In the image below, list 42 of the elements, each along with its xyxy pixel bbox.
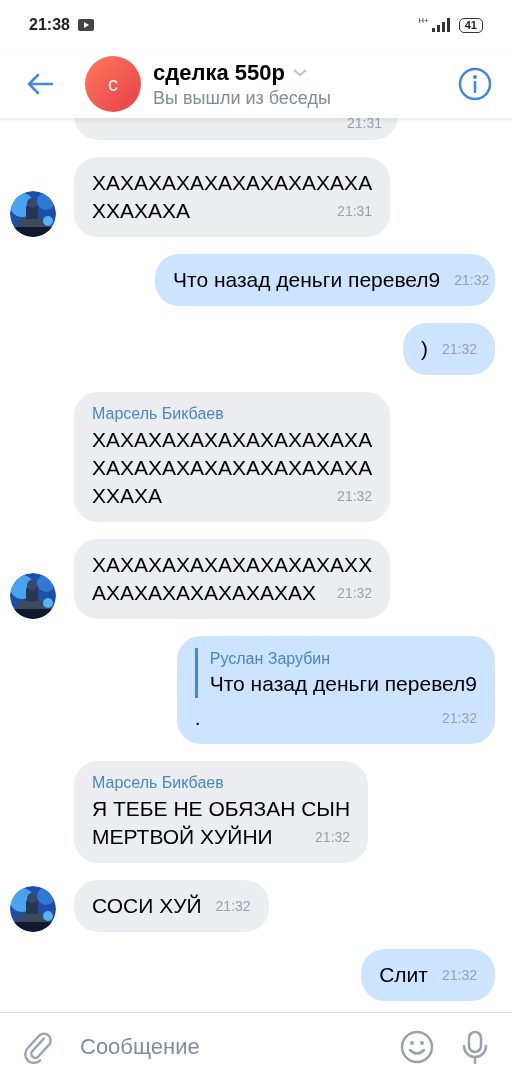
battery-indicator: 41 xyxy=(458,17,483,33)
message-text: ХАХАХАХАХАХАХАХАХАХА xyxy=(92,455,373,481)
message-text: АХАХАХАХАХАХАХАХ xyxy=(92,580,317,606)
back-arrow-icon xyxy=(26,73,54,95)
message-time: 21:32 xyxy=(441,710,477,726)
sender-name: Марсель Бикбаев xyxy=(92,404,225,424)
message-text: ХАХАХАХАХАХАХАХАХАХА xyxy=(92,427,373,453)
message-text: СОСИ ХУЙ xyxy=(92,893,202,919)
message-time: 21:32 xyxy=(337,488,373,504)
message-text: ХАХАХАХАХАХАХАХАХАХХ xyxy=(92,552,373,578)
reply-author: Руслан Зарубин xyxy=(209,649,332,669)
reply-text: Что назад деньги перевел9 xyxy=(209,671,477,697)
message-time: 21:32 xyxy=(441,967,477,983)
message-text: МЕРТВОЙ ХУЙНИ xyxy=(92,824,273,850)
message-text: Я ТЕБЕ НЕ ОБЯЗАН СЫН xyxy=(92,796,351,822)
message-input[interactable]: Сообщение xyxy=(80,1030,392,1063)
sender-name: Марсель Бикбаев xyxy=(92,773,225,793)
chat-title[interactable]: сделка 550р xyxy=(153,59,285,87)
message-text: ХХАХАХА xyxy=(92,198,191,224)
info-button[interactable] xyxy=(458,67,492,101)
message-time: 21:32 xyxy=(337,585,373,601)
message-time: 21:32 xyxy=(315,829,351,845)
message-text: ) xyxy=(420,336,428,362)
chevron-down-icon xyxy=(292,69,307,77)
message-time: 21:32 xyxy=(441,341,477,357)
info-icon xyxy=(458,67,492,101)
message-time: 21:31 xyxy=(337,203,373,219)
message-time: 21:32 xyxy=(215,898,251,914)
clock: 21:38 xyxy=(29,15,70,35)
message-text: Что назад деньги перевел9 xyxy=(173,267,441,293)
microphone-icon[interactable] xyxy=(462,1029,488,1064)
chat-status: Вы вышли из беседы xyxy=(153,87,331,109)
message-text: Слит xyxy=(379,962,428,988)
signal-icon xyxy=(430,18,451,32)
message-text: ХХАХА xyxy=(92,483,163,509)
message-time: 21:31 xyxy=(346,118,382,130)
smiley-icon[interactable] xyxy=(400,1029,434,1064)
message-text: ХАХАХАХАХАХАХАХАХАХА xyxy=(92,170,373,196)
network-type: H+ xyxy=(418,17,429,25)
video-icon xyxy=(77,19,94,31)
message-text: . xyxy=(194,705,201,731)
message-time: 21:32 xyxy=(454,272,490,288)
